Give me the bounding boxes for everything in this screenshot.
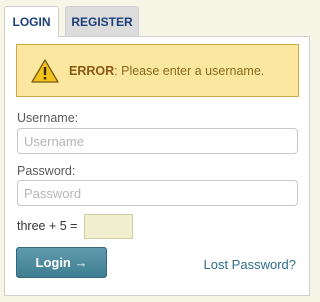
captcha-input[interactable]	[84, 214, 133, 239]
password-label: Password:	[17, 164, 76, 178]
error-message-box: ERROR: Please enter a username.	[16, 44, 299, 97]
error-text: ERROR: Please enter a username.	[69, 64, 264, 78]
login-panel: ERROR: Please enter a username. Username…	[4, 36, 310, 296]
warning-icon	[31, 58, 59, 83]
error-message: : Please enter a username.	[114, 63, 265, 78]
username-label: Username:	[17, 111, 79, 125]
tab-login[interactable]: LOGIN	[4, 6, 59, 37]
password-field[interactable]	[17, 180, 298, 206]
tab-register[interactable]: REGISTER	[65, 6, 139, 36]
login-button[interactable]: Login →	[16, 247, 107, 278]
captcha-label: three + 5 =	[17, 219, 78, 233]
error-prefix: ERROR	[69, 63, 115, 78]
tab-bar: LOGIN REGISTER	[0, 0, 315, 37]
lost-password-link[interactable]: Lost Password?	[204, 257, 297, 272]
username-field[interactable]	[17, 128, 298, 154]
